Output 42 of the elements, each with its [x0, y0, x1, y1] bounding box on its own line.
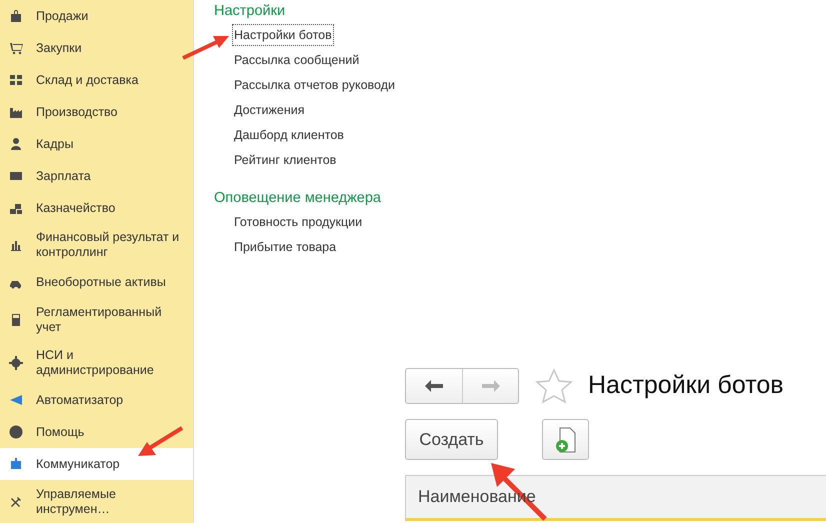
sidebar-item[interactable]: Регламентированный учет: [0, 298, 193, 342]
arrow-right-icon: [480, 378, 500, 392]
menu-link[interactable]: Рассылка сообщений: [232, 49, 362, 71]
triangle-icon: [9, 393, 23, 408]
sidebar-item[interactable]: Производство: [0, 96, 193, 128]
star-icon[interactable]: [535, 368, 573, 404]
sidebar-item[interactable]: Коммуникатор: [0, 448, 193, 480]
menu-link[interactable]: Настройки ботов: [232, 24, 334, 46]
person-icon: [9, 137, 23, 151]
sidebar-item[interactable]: Зарплата: [0, 160, 193, 192]
section-title: Оповещение менеджера: [214, 190, 382, 206]
sidebar-item[interactable]: Закупки: [0, 32, 193, 64]
card-icon: [9, 169, 23, 183]
factory-icon: [9, 105, 23, 119]
sidebar-item[interactable]: Внеоборотные активы: [0, 266, 193, 299]
menu-link[interactable]: Готовность продукции: [232, 211, 364, 233]
form-title: Настройки ботов: [588, 371, 784, 400]
file-add-icon: [554, 426, 576, 452]
grid-icon: [9, 73, 23, 87]
bag-icon: [9, 9, 23, 23]
arrow-left-icon: [424, 378, 444, 392]
sidebar-item[interactable]: Кадры: [0, 128, 193, 160]
calculator-icon: [9, 313, 23, 328]
bar-chart-icon: [9, 238, 23, 252]
sidebar-item[interactable]: Автоматизатор: [0, 384, 193, 416]
sidebar-item[interactable]: Казначейство: [0, 192, 193, 224]
sidebar-item[interactable]: Помощь: [0, 416, 193, 448]
menu-link[interactable]: Рассылка отчетов руководи: [232, 74, 396, 96]
section-title: Настройки: [214, 3, 286, 19]
cart-icon: [9, 41, 23, 55]
menu-link[interactable]: Достижения: [232, 99, 306, 121]
annotation-arrow: [136, 425, 186, 459]
sidebar-item[interactable]: Склад и доставка: [0, 64, 193, 96]
menu-link[interactable]: Дашборд клиентов: [232, 124, 346, 146]
sidebar-item[interactable]: НСИ и администрирование: [0, 342, 193, 384]
sidebar-item[interactable]: Финансовый результат и контроллинг: [0, 224, 193, 267]
menu-link[interactable]: Прибытие товара: [232, 236, 338, 258]
sidebar-item[interactable]: Продажи: [0, 0, 193, 32]
add-file-button[interactable]: [542, 419, 589, 460]
menu-link[interactable]: Рейтинг клиентов: [232, 149, 338, 171]
sidebar-item[interactable]: Управляемые инструмен…: [0, 480, 193, 523]
create-button[interactable]: Создать: [405, 419, 498, 460]
